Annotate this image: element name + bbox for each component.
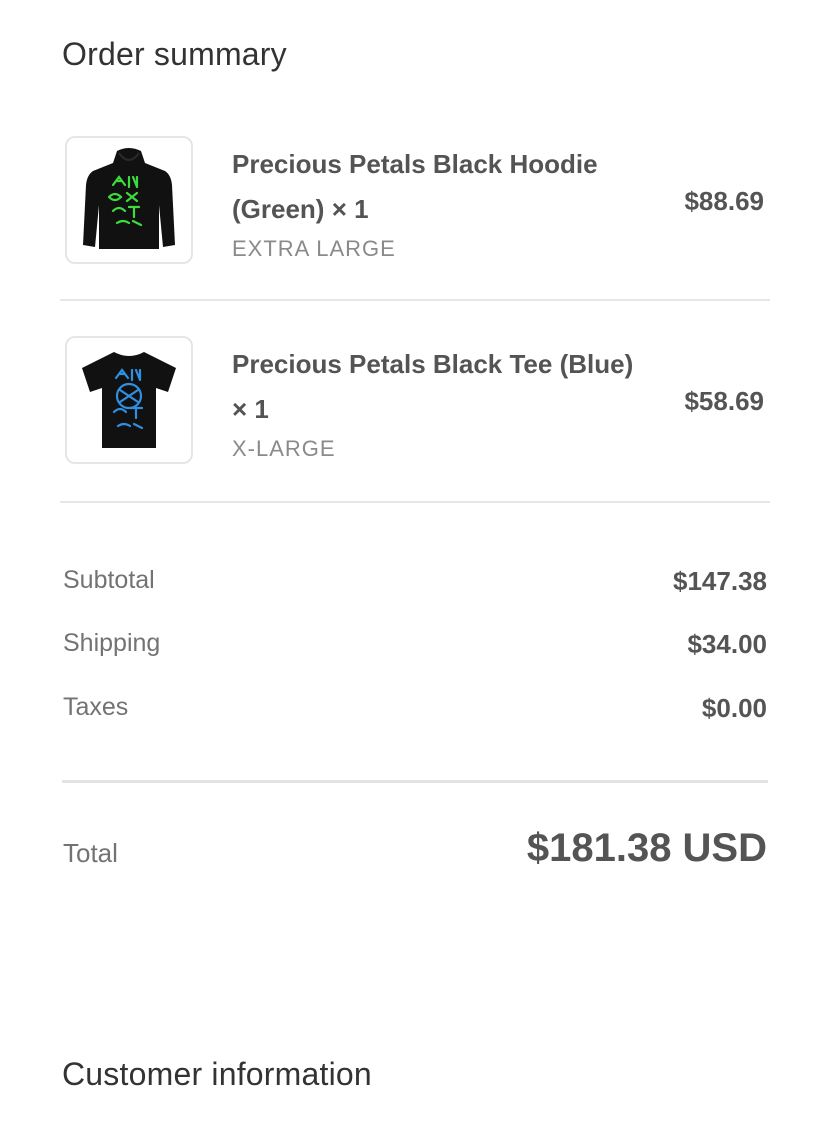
item-divider: [60, 501, 770, 503]
product-variant: X-LARGE: [232, 436, 336, 461]
product-name: Precious Petals Black Tee (Blue) × 1: [232, 342, 652, 432]
shipping-label: Shipping: [63, 629, 161, 657]
total-value: $181.38 USD: [526, 826, 767, 870]
product-quantity: × 1: [331, 194, 369, 224]
item-divider: [60, 299, 770, 301]
product-thumbnail: [65, 336, 193, 464]
checkout-page: Order summary Precious Petals Black Hood…: [0, 0, 830, 1125]
product-name-text: Precious Petals Black Tee (Blue): [232, 349, 634, 379]
product-price: $58.69: [684, 386, 764, 416]
product-name-text: Precious Petals Black Hoodie (Green): [232, 149, 598, 224]
line-item: Precious Petals Black Hoodie (Green) × 1…: [62, 136, 768, 301]
taxes-value: $0.00: [701, 693, 767, 723]
shipping-value: $34.00: [687, 629, 767, 659]
subtotal-label: Subtotal: [63, 566, 155, 594]
total-label: Total: [63, 838, 118, 868]
subtotal-row: Subtotal $147.38: [63, 566, 767, 606]
product-name: Precious Petals Black Hoodie (Green) × 1: [232, 142, 652, 232]
order-summary-title: Order summary: [62, 36, 287, 72]
product-thumbnail: [65, 136, 193, 264]
total-divider: [62, 780, 768, 783]
tshirt-icon: [82, 352, 176, 448]
hoodie-icon: [83, 148, 175, 249]
taxes-label: Taxes: [63, 693, 129, 721]
taxes-row: Taxes $0.00: [63, 693, 767, 733]
product-quantity: × 1: [232, 394, 269, 424]
product-variant: EXTRA LARGE: [232, 236, 396, 261]
product-price: $88.69: [684, 186, 764, 216]
subtotal-value: $147.38: [673, 566, 767, 596]
customer-information-title: Customer information: [62, 1056, 372, 1092]
total-row: Total $181.38 USD: [63, 826, 767, 886]
shipping-row: Shipping $34.00: [63, 629, 767, 669]
line-item: Precious Petals Black Tee (Blue) × 1 X-L…: [62, 336, 768, 501]
